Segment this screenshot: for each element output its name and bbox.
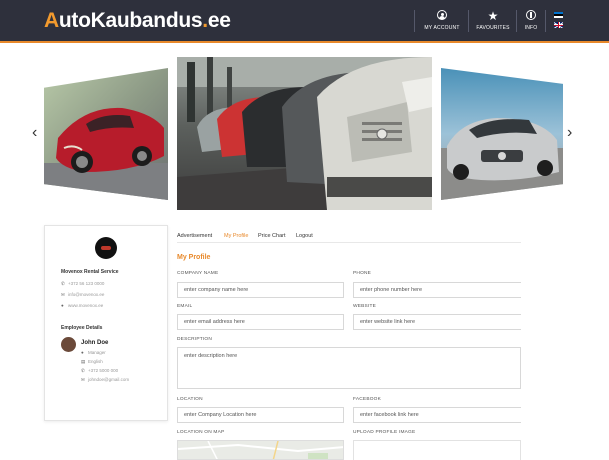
description-textarea[interactable]: enter description here xyxy=(177,347,521,389)
company-profile-card: Movenox Rental Service ✆ +372 56 123 0000… xyxy=(44,225,168,421)
tab-logout[interactable]: Logout xyxy=(296,233,313,239)
tabs-divider xyxy=(177,242,521,243)
employee-language-row: ▤ English xyxy=(81,359,103,365)
top-navigation-bar: AutoKaubandus.ee MY ACCOUNT ★ FAVOURITES… xyxy=(0,0,609,43)
upload-profile-image-label: UPLOAD PROFILE IMAGE xyxy=(353,430,416,435)
facebook-label: FACEBOOK xyxy=(353,397,381,402)
logo-initial: A xyxy=(44,9,59,32)
info-button[interactable]: INFO xyxy=(520,10,542,34)
my-account-button[interactable]: MY ACCOUNT xyxy=(420,10,464,34)
description-label: DESCRIPTION xyxy=(177,337,212,342)
location-label: LOCATION xyxy=(177,397,203,402)
tab-my-profile[interactable]: My Profile xyxy=(224,233,248,239)
red-car-photo xyxy=(44,68,168,200)
company-website[interactable]: www.movenox.ee xyxy=(68,303,103,308)
carousel-image-car-row[interactable] xyxy=(177,57,432,210)
globe-icon: ● xyxy=(61,303,64,308)
company-avatar xyxy=(95,237,117,259)
my-profile-heading: My Profile xyxy=(177,254,211,261)
nav-divider xyxy=(516,10,517,32)
email-input[interactable]: enter email address here xyxy=(177,314,344,330)
tab-advertisement[interactable]: Advertisement xyxy=(177,233,212,239)
nav-divider xyxy=(545,10,546,32)
user-circle-icon xyxy=(437,10,447,20)
location-map[interactable] xyxy=(177,440,344,460)
company-name-input[interactable]: enter company name here xyxy=(177,282,344,298)
tab-price-chart[interactable]: Price Chart xyxy=(258,233,286,239)
info-label: INFO xyxy=(524,25,538,31)
estonian-flag-icon[interactable] xyxy=(554,12,563,18)
star-icon: ★ xyxy=(487,9,499,23)
map-tiles xyxy=(178,441,343,459)
language-icon: ▤ xyxy=(81,359,86,364)
employee-details-heading: Employee Details xyxy=(61,325,103,331)
company-email[interactable]: info@movenox.ee xyxy=(68,292,104,297)
location-input[interactable]: enter Company Location here xyxy=(177,407,344,423)
carousel-prev-button[interactable]: ‹ xyxy=(32,124,37,142)
company-website-row: ● www.movenox.ee xyxy=(61,303,103,308)
company-phone: +372 56 123 0000 xyxy=(68,281,105,286)
favourites-button[interactable]: ★ FAVOURITES xyxy=(473,10,513,34)
logo-tld: ee xyxy=(207,9,231,32)
employee-role-row: ● Manager xyxy=(81,350,106,355)
location-on-map-label: LOCATION ON MAP xyxy=(177,430,225,435)
company-name: Movenox Rental Service xyxy=(61,269,119,275)
employee-language: English xyxy=(88,359,103,364)
employee-name: John Doe xyxy=(81,340,109,346)
email-label: EMAIL xyxy=(177,304,193,309)
nav-divider xyxy=(468,10,469,32)
nav-divider xyxy=(414,10,415,32)
facebook-input[interactable]: enter facebook link here xyxy=(353,407,521,423)
my-account-label: MY ACCOUNT xyxy=(424,25,460,31)
employee-email-row: ✉ johndoe@gmail.com xyxy=(81,377,129,383)
company-phone-row: ✆ +372 56 123 0000 xyxy=(61,281,104,287)
employee-role: Manager xyxy=(88,350,106,355)
company-name-label: COMPANY NAME xyxy=(177,271,219,276)
upload-profile-image-dropzone[interactable] xyxy=(353,440,521,460)
website-label: WEBSITE xyxy=(353,304,376,309)
employee-avatar xyxy=(61,337,76,352)
phone-input[interactable]: enter phone number here xyxy=(353,282,521,298)
carousel-image-silver-sports-car[interactable] xyxy=(441,68,563,200)
envelope-icon: ✉ xyxy=(81,377,85,382)
company-email-row: ✉ info@movenox.ee xyxy=(61,292,104,298)
carousel-image-red-sports-car[interactable] xyxy=(44,68,168,200)
logo-text: utoKaubandus xyxy=(58,9,203,32)
site-logo[interactable]: AutoKaubandus.ee xyxy=(44,9,231,33)
envelope-icon: ✉ xyxy=(61,292,65,297)
website-input[interactable]: enter website link here xyxy=(353,314,521,330)
info-icon xyxy=(526,10,536,20)
phone-icon: ✆ xyxy=(61,281,65,286)
phone-icon: ✆ xyxy=(81,368,85,373)
uk-flag-icon[interactable] xyxy=(554,22,563,28)
favourites-label: FAVOURITES xyxy=(476,25,510,31)
employee-phone-row: ✆ +372 5000 000 xyxy=(81,368,118,374)
employee-phone: +372 5000 000 xyxy=(88,368,119,373)
carousel-next-button[interactable]: › xyxy=(567,124,572,142)
phone-label: PHONE xyxy=(353,271,372,276)
user-icon: ● xyxy=(81,350,84,355)
silver-car-photo xyxy=(441,68,563,200)
parked-cars-photo xyxy=(177,57,432,210)
employee-email[interactable]: johndoe@gmail.com xyxy=(88,377,129,382)
